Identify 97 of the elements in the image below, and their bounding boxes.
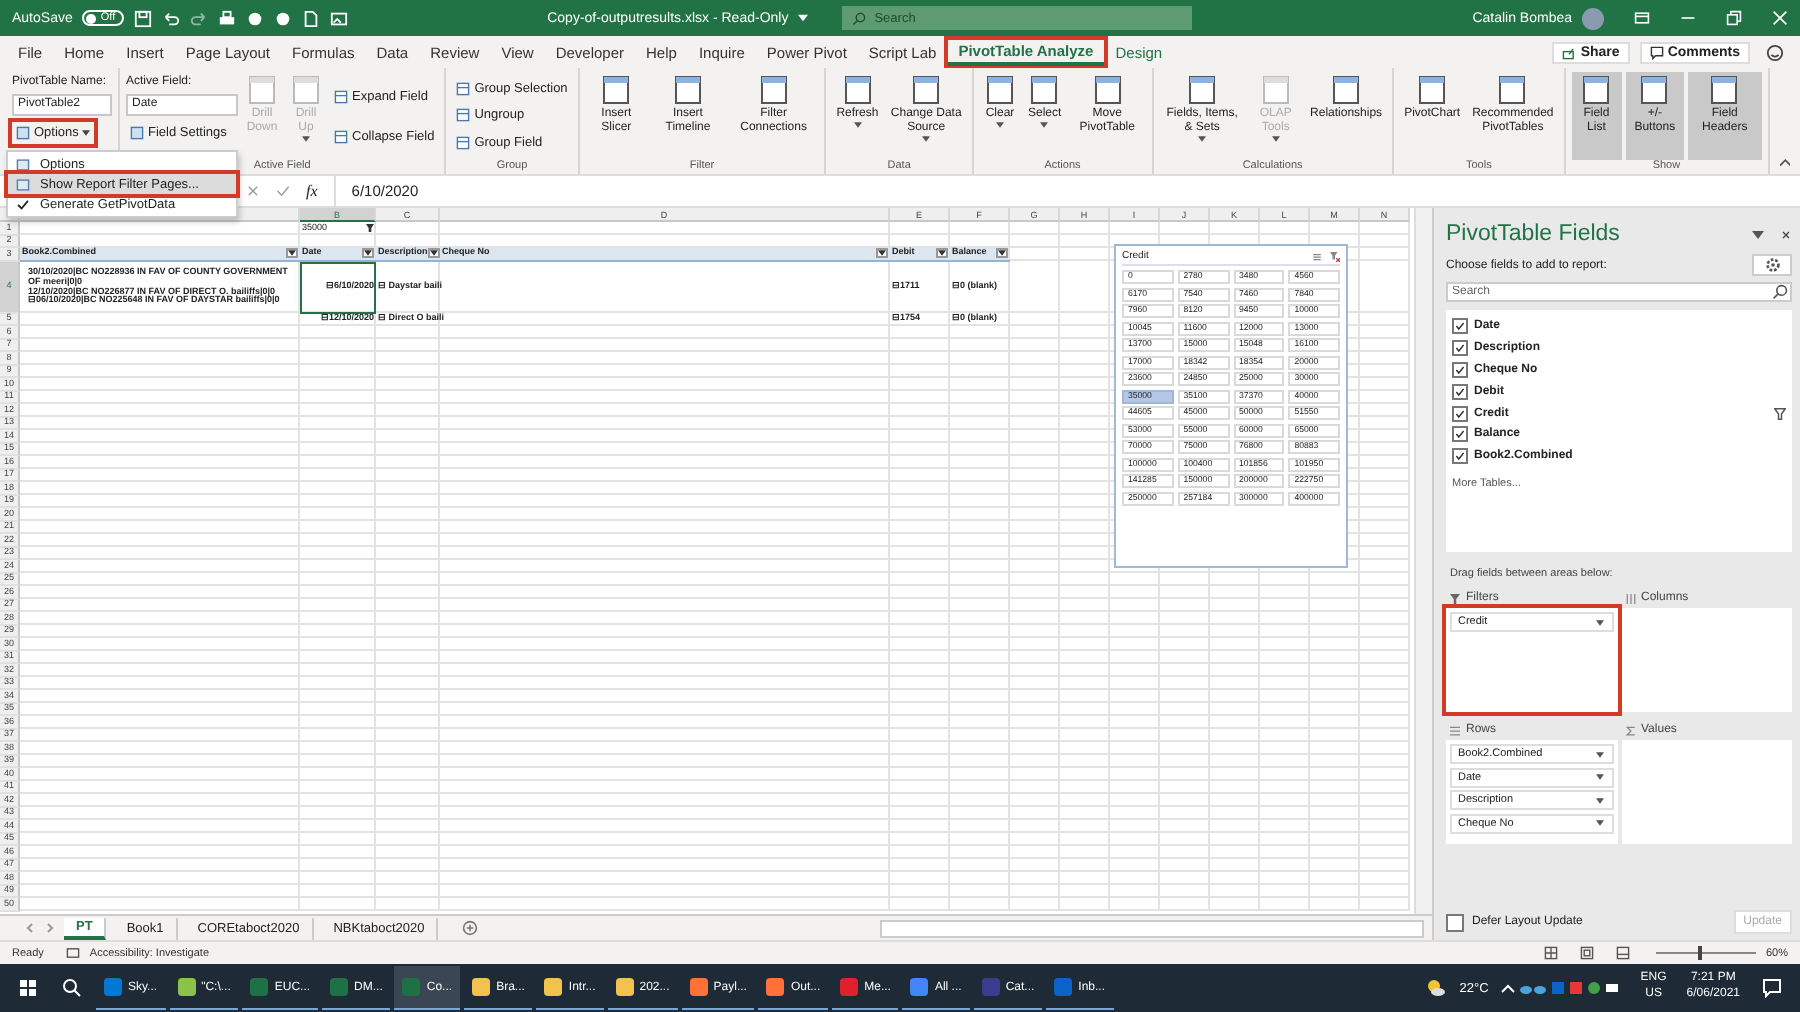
dropdown-button[interactable] <box>876 248 888 259</box>
horizontal-scrollbar[interactable] <box>880 919 1424 937</box>
zoom-slider-thumb[interactable] <box>1697 946 1702 960</box>
redo-icon[interactable] <box>189 9 208 27</box>
caret-icon <box>1595 751 1603 757</box>
sheet-icon <box>16 126 30 140</box>
search-icon[interactable] <box>1772 284 1788 300</box>
picture-icon[interactable] <box>329 9 348 27</box>
caret-icon <box>938 250 946 257</box>
pane-title: PivotTable Fields <box>1446 222 1622 246</box>
dropdown-button[interactable] <box>362 248 374 259</box>
caret-icon <box>878 250 886 257</box>
caret-icon <box>1595 774 1603 780</box>
sheet-icon <box>1028 74 1061 106</box>
sheet-icon <box>671 74 704 106</box>
dropdown-button[interactable] <box>427 248 440 259</box>
sun-cloud-icon[interactable] <box>1425 978 1446 998</box>
filter-icon <box>1450 593 1460 603</box>
sheet-icon <box>456 82 471 97</box>
sheet-icon <box>456 135 471 150</box>
notification-icon[interactable] <box>1762 978 1782 998</box>
sheet-icon <box>1708 74 1741 106</box>
caret-icon[interactable] <box>1752 229 1764 239</box>
dropdown-button[interactable] <box>286 248 298 259</box>
sheet-icon <box>910 74 943 106</box>
grid-view-icon[interactable] <box>1543 946 1558 960</box>
sheet-icon <box>757 74 790 106</box>
document-icon[interactable] <box>301 9 320 27</box>
sheet-icon <box>1638 74 1671 106</box>
checkbox[interactable] <box>1452 340 1468 357</box>
filter-icon[interactable] <box>366 224 374 233</box>
search-icon[interactable] <box>62 978 82 998</box>
page-break-icon[interactable] <box>1615 946 1630 960</box>
rows-icon <box>1450 725 1460 735</box>
search-icon <box>852 11 867 25</box>
caret-icon <box>82 130 91 136</box>
dropdown-button[interactable] <box>936 248 948 259</box>
add-sheet-icon[interactable] <box>462 920 479 936</box>
sheet-icon <box>1496 74 1529 106</box>
printer-icon[interactable] <box>217 9 236 27</box>
sheet-icon <box>1330 74 1363 106</box>
sheet-icon <box>1091 74 1124 106</box>
comment-icon <box>1649 45 1664 59</box>
function-button[interactable]: fx <box>306 182 318 200</box>
save-icon[interactable] <box>133 9 152 27</box>
caret-icon <box>1595 797 1603 803</box>
clear-filter-icon[interactable] <box>1330 251 1340 261</box>
caret-icon <box>1595 619 1603 625</box>
restore-icon[interactable] <box>1726 10 1742 26</box>
multi-select-icon[interactable] <box>1312 251 1322 261</box>
checkbox[interactable] <box>1452 426 1468 443</box>
checkbox[interactable] <box>1452 448 1468 465</box>
sheet-icon <box>290 74 322 106</box>
checkbox[interactable] <box>1446 913 1464 931</box>
close-icon[interactable] <box>1780 229 1792 239</box>
checkbox[interactable] <box>1452 318 1468 335</box>
caret-icon <box>998 250 1006 257</box>
sheet-icon <box>984 74 1016 106</box>
caret-icon <box>1595 820 1603 826</box>
ribbon-display-icon[interactable] <box>1634 10 1650 26</box>
circle-icon[interactable] <box>245 9 264 27</box>
sheet-icon <box>456 108 471 123</box>
smiley-icon[interactable] <box>1766 43 1784 61</box>
share-icon <box>1562 45 1577 59</box>
collapse-ribbon-icon[interactable] <box>1779 158 1790 166</box>
sheet-icon <box>600 74 633 106</box>
zoom-slider[interactable] <box>1655 946 1756 960</box>
sigma-icon <box>1625 725 1635 735</box>
dropdown-button[interactable] <box>996 248 1008 259</box>
sheet-icon <box>1416 74 1449 106</box>
macro-icon[interactable] <box>65 946 80 960</box>
caret-icon[interactable] <box>798 14 809 22</box>
page-view-icon[interactable] <box>1579 946 1594 960</box>
settings-button[interactable] <box>1752 254 1792 276</box>
sheet-icon <box>1186 74 1219 106</box>
cancel-icon[interactable] <box>246 184 260 198</box>
caret-icon <box>429 250 438 257</box>
undo-icon[interactable] <box>161 9 180 27</box>
caret-icon <box>364 250 372 257</box>
sheet-icon <box>334 89 348 103</box>
system-tray-icons-drawing[interactable] <box>1500 978 1621 998</box>
checkbox[interactable] <box>1452 383 1468 400</box>
sheet-icon <box>1259 74 1292 106</box>
sheet-icon <box>334 129 348 143</box>
checkbox[interactable] <box>1452 361 1468 378</box>
check-icon[interactable] <box>276 184 290 198</box>
sheet-icon <box>841 74 874 106</box>
checkbox[interactable] <box>1452 405 1468 422</box>
caret-icon <box>288 250 296 257</box>
sheet-icon <box>130 126 144 140</box>
windows-logo-icon[interactable] <box>18 978 38 998</box>
columns-icon <box>1625 593 1635 603</box>
vertical-scrollbar[interactable] <box>1414 208 1432 914</box>
circle-icon[interactable] <box>273 9 292 27</box>
sheet-icon <box>1580 74 1613 106</box>
sheet-icon <box>246 74 278 106</box>
gear-icon <box>1763 256 1781 274</box>
